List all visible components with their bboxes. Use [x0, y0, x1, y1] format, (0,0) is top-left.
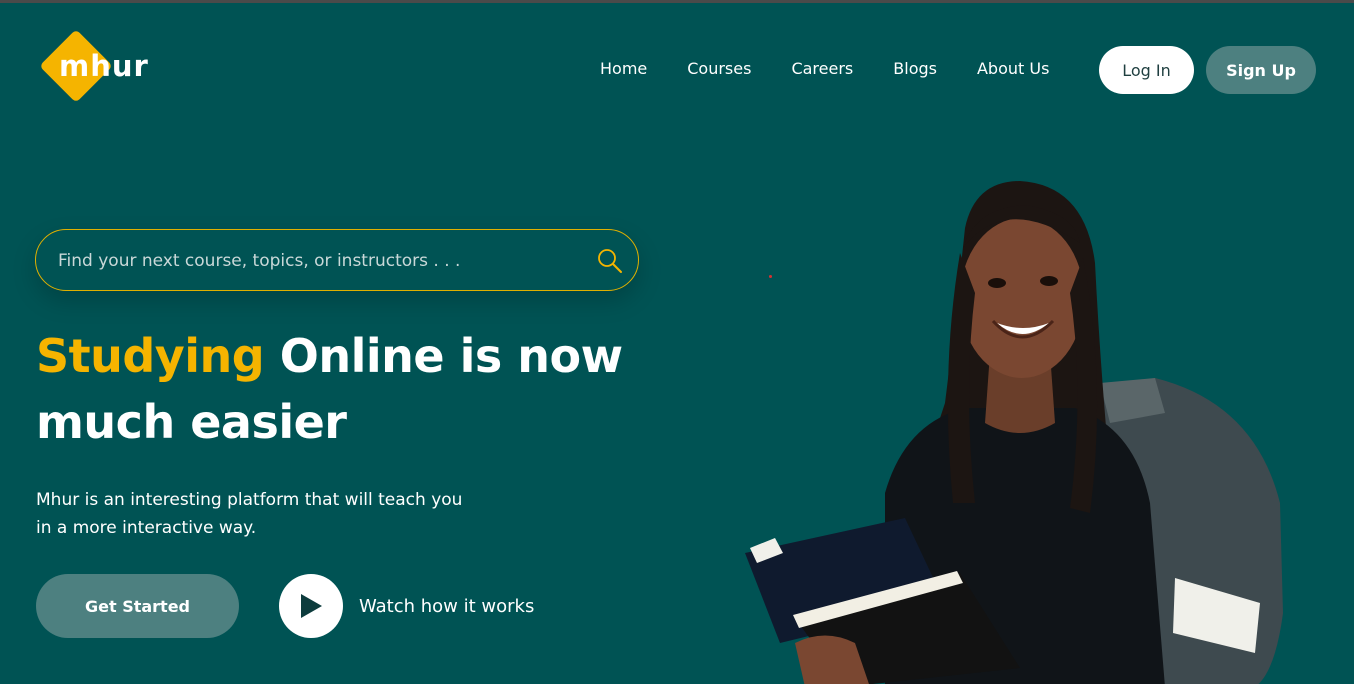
- search-icon[interactable]: [596, 247, 624, 275]
- play-icon: [301, 594, 322, 618]
- brand-logo[interactable]: mhur: [39, 29, 162, 108]
- nav-careers[interactable]: Careers: [791, 58, 853, 80]
- signup-button[interactable]: Sign Up: [1206, 46, 1316, 94]
- nav-home[interactable]: Home: [600, 58, 647, 80]
- search-bar: [35, 229, 639, 291]
- hero-headline: Studying Online is now much easier: [36, 323, 656, 455]
- get-started-button[interactable]: Get Started: [36, 574, 239, 638]
- login-button[interactable]: Log In: [1099, 46, 1194, 94]
- hero-student-image: [745, 181, 1283, 684]
- headline-line2: much easier: [36, 395, 347, 449]
- search-input[interactable]: [58, 246, 578, 276]
- headline-accent: Studying: [36, 329, 265, 383]
- nav-courses[interactable]: Courses: [687, 58, 751, 80]
- hero-description: Mhur is an interesting platform that wil…: [36, 490, 463, 538]
- brand-name: mhur: [59, 49, 149, 83]
- nav-blogs[interactable]: Blogs: [893, 58, 937, 80]
- watch-video-link[interactable]: Watch how it works: [279, 574, 534, 638]
- nav-about-us[interactable]: About Us: [977, 58, 1049, 80]
- play-button[interactable]: [279, 574, 343, 638]
- headline-rest: Online is now: [279, 329, 623, 383]
- watch-label: Watch how it works: [359, 595, 535, 617]
- main-nav: Home Courses Careers Blogs About Us: [600, 58, 1089, 80]
